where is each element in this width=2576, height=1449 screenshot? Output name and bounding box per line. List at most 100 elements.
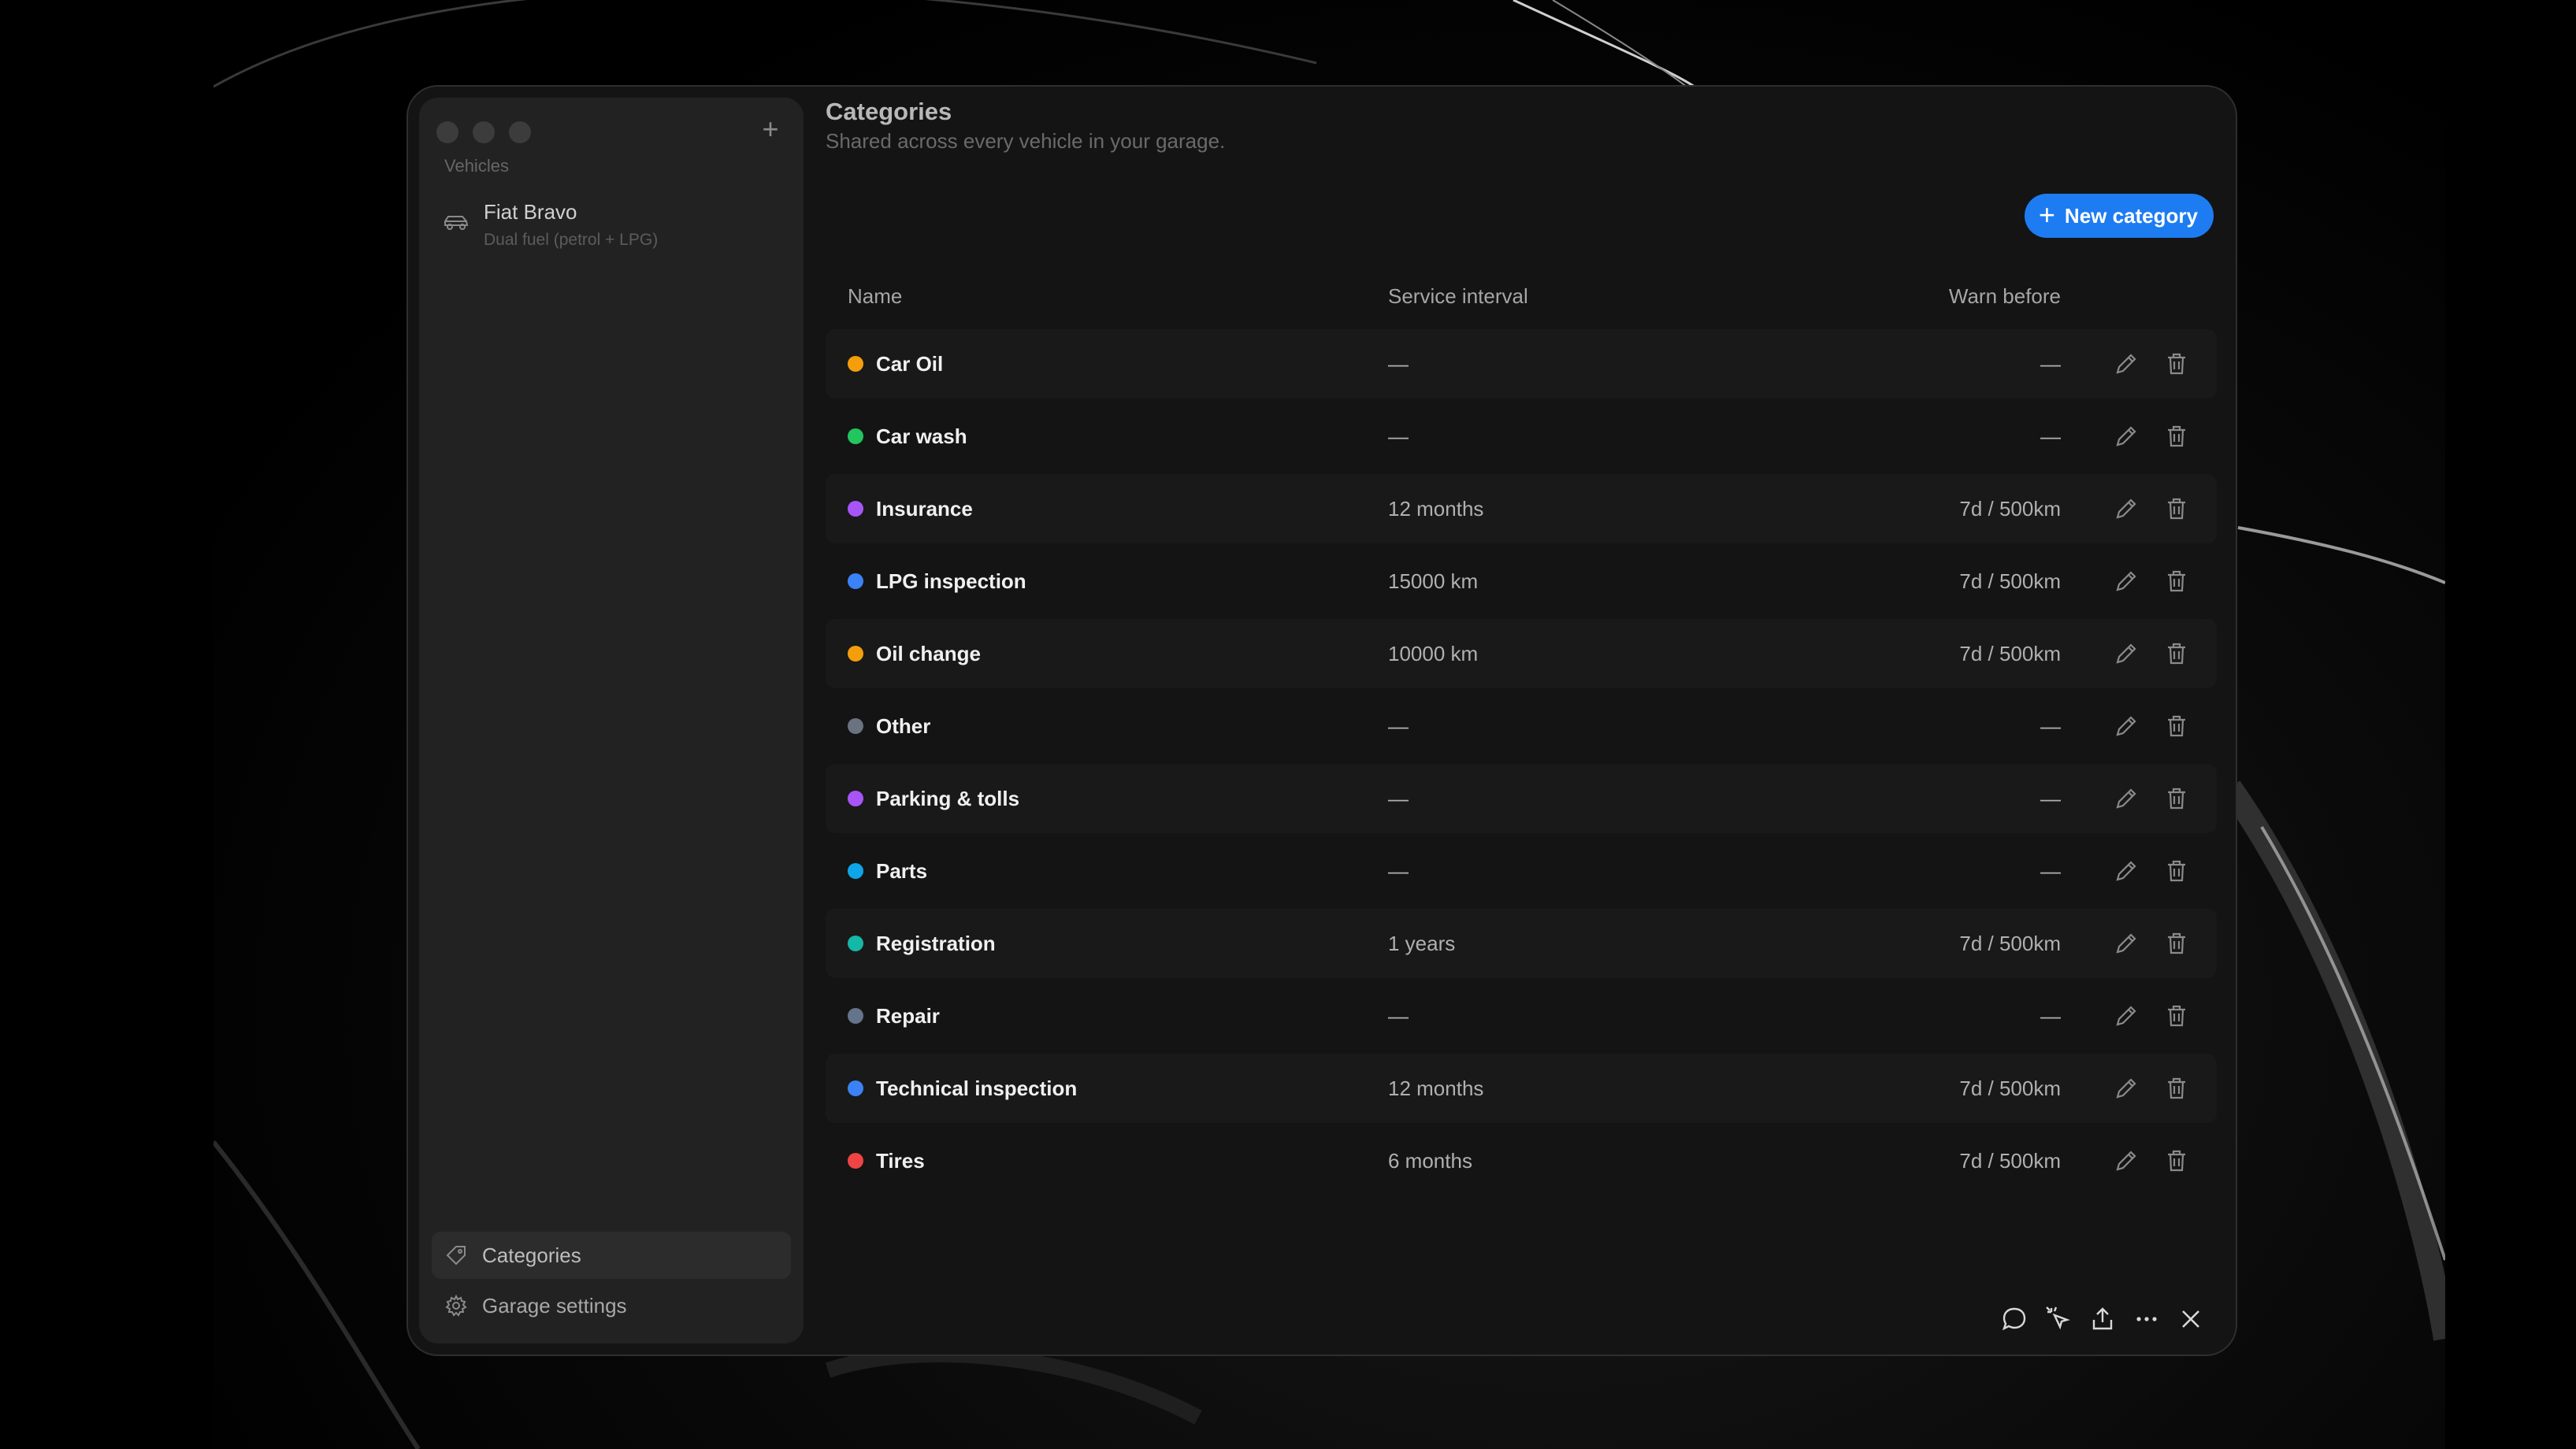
category-name: Other: [876, 713, 931, 738]
row-actions: [2113, 713, 2190, 739]
service-interval-cell: 6 months: [1388, 1148, 1472, 1173]
category-name-cell: Oil change: [848, 642, 981, 666]
cursor-sparkle-icon[interactable]: [2045, 1306, 2072, 1332]
warn-before-cell: —: [2040, 351, 2061, 376]
share-icon[interactable]: [2089, 1306, 2116, 1332]
service-interval-cell: —: [1388, 1003, 1409, 1028]
vehicle-name: Fiat Bravo: [484, 200, 577, 224]
warn-before-cell: —: [2040, 424, 2061, 448]
maximize-window-button[interactable]: [509, 121, 531, 143]
new-category-button[interactable]: + New category: [2024, 194, 2214, 238]
edit-icon[interactable]: [2113, 1147, 2140, 1174]
sidebar-item-label: Categories: [482, 1243, 581, 1267]
edit-icon[interactable]: [2113, 1002, 2140, 1029]
trash-icon[interactable]: [2163, 495, 2190, 522]
trash-icon[interactable]: [2163, 1002, 2190, 1029]
category-color-dot: [848, 573, 863, 589]
trash-icon[interactable]: [2163, 568, 2190, 595]
more-icon[interactable]: [2133, 1306, 2160, 1332]
category-name-cell: Car Oil: [848, 352, 943, 376]
minimize-window-button[interactable]: [473, 121, 495, 143]
table-row[interactable]: Parking & tolls — —: [826, 764, 2217, 833]
table-row[interactable]: Other — —: [826, 691, 2217, 761]
column-header-name[interactable]: Name: [848, 284, 902, 309]
category-name-cell: Tires: [848, 1149, 925, 1173]
category-color-dot: [848, 863, 863, 879]
category-color-dot: [848, 356, 863, 372]
warn-before-cell: 7d / 500km: [1959, 931, 2061, 955]
table-row[interactable]: Repair — —: [826, 981, 2217, 1051]
category-name: Insurance: [876, 496, 973, 521]
category-color-dot: [848, 1153, 863, 1169]
row-actions: [2113, 640, 2190, 667]
edit-icon[interactable]: [2113, 350, 2140, 377]
edit-icon[interactable]: [2113, 713, 2140, 739]
warn-before-cell: —: [2040, 713, 2061, 738]
comment-icon[interactable]: [2001, 1306, 2028, 1332]
table-row[interactable]: Parts — —: [826, 836, 2217, 906]
trash-icon[interactable]: [2163, 858, 2190, 884]
column-header-warn[interactable]: Warn before: [1949, 284, 2061, 309]
table-row[interactable]: Car Oil — —: [826, 329, 2217, 398]
edit-icon[interactable]: [2113, 568, 2140, 595]
row-actions: [2113, 1075, 2190, 1102]
table-row[interactable]: Technical inspection 12 months 7d / 500km: [826, 1054, 2217, 1123]
sidebar-nav: Categories Garage settings: [432, 1228, 791, 1329]
category-color-dot: [848, 791, 863, 806]
edit-icon[interactable]: [2113, 785, 2140, 812]
sidebar-item-garage-settings[interactable]: Garage settings: [432, 1282, 791, 1329]
service-interval-cell: 1 years: [1388, 931, 1456, 955]
edit-icon[interactable]: [2113, 930, 2140, 957]
trash-icon[interactable]: [2163, 713, 2190, 739]
row-actions: [2113, 1147, 2190, 1174]
car-icon: [443, 213, 470, 232]
row-actions: [2113, 1002, 2190, 1029]
category-name: Tires: [876, 1148, 925, 1173]
edit-icon[interactable]: [2113, 1075, 2140, 1102]
sidebar-item-vehicle[interactable]: Fiat Bravo Dual fuel (petrol + LPG): [436, 197, 786, 257]
close-window-button[interactable]: [436, 121, 458, 143]
edit-icon[interactable]: [2113, 858, 2140, 884]
page-subtitle: Shared across every vehicle in your gara…: [826, 129, 1226, 153]
service-interval-cell: —: [1388, 713, 1409, 738]
warn-before-cell: 7d / 500km: [1959, 569, 2061, 593]
plus-icon: +: [2038, 198, 2055, 231]
table-row[interactable]: Oil change 10000 km 7d / 500km: [826, 619, 2217, 688]
trash-icon[interactable]: [2163, 1075, 2190, 1102]
category-name-cell: Parking & tolls: [848, 787, 1019, 811]
warn-before-cell: 7d / 500km: [1959, 1148, 2061, 1173]
trash-icon[interactable]: [2163, 423, 2190, 450]
row-actions: [2113, 350, 2190, 377]
column-header-interval[interactable]: Service interval: [1388, 284, 1528, 309]
category-name-cell: Parts: [848, 859, 927, 884]
warn-before-cell: —: [2040, 786, 2061, 810]
edit-icon[interactable]: [2113, 640, 2140, 667]
close-icon[interactable]: [2177, 1306, 2204, 1332]
service-interval-cell: —: [1388, 858, 1409, 883]
trash-icon[interactable]: [2163, 785, 2190, 812]
sidebar-item-categories[interactable]: Categories: [432, 1232, 791, 1279]
row-actions: [2113, 568, 2190, 595]
category-name-cell: Technical inspection: [848, 1077, 1077, 1101]
trash-icon[interactable]: [2163, 350, 2190, 377]
table-row[interactable]: LPG inspection 15000 km 7d / 500km: [826, 547, 2217, 616]
trash-icon[interactable]: [2163, 930, 2190, 957]
table-row[interactable]: Car wash — —: [826, 402, 2217, 471]
service-interval-cell: 15000 km: [1388, 569, 1479, 593]
service-interval-cell: —: [1388, 351, 1409, 376]
trash-icon[interactable]: [2163, 640, 2190, 667]
edit-icon[interactable]: [2113, 495, 2140, 522]
service-interval-cell: 12 months: [1388, 496, 1484, 521]
edit-icon[interactable]: [2113, 423, 2140, 450]
table-header: Name Service interval Warn before: [826, 263, 2217, 329]
warn-before-cell: 7d / 500km: [1959, 496, 2061, 521]
table-row[interactable]: Tires 6 months 7d / 500km: [826, 1126, 2217, 1195]
trash-icon[interactable]: [2163, 1147, 2190, 1174]
plus-icon[interactable]: +: [755, 113, 786, 145]
category-name: Technical inspection: [876, 1076, 1078, 1100]
table-row[interactable]: Insurance 12 months 7d / 500km: [826, 474, 2217, 543]
page-title: Categories: [826, 98, 952, 125]
table-row[interactable]: Registration 1 years 7d / 500km: [826, 909, 2217, 978]
service-interval-cell: —: [1388, 424, 1409, 448]
category-color-dot: [848, 501, 863, 517]
